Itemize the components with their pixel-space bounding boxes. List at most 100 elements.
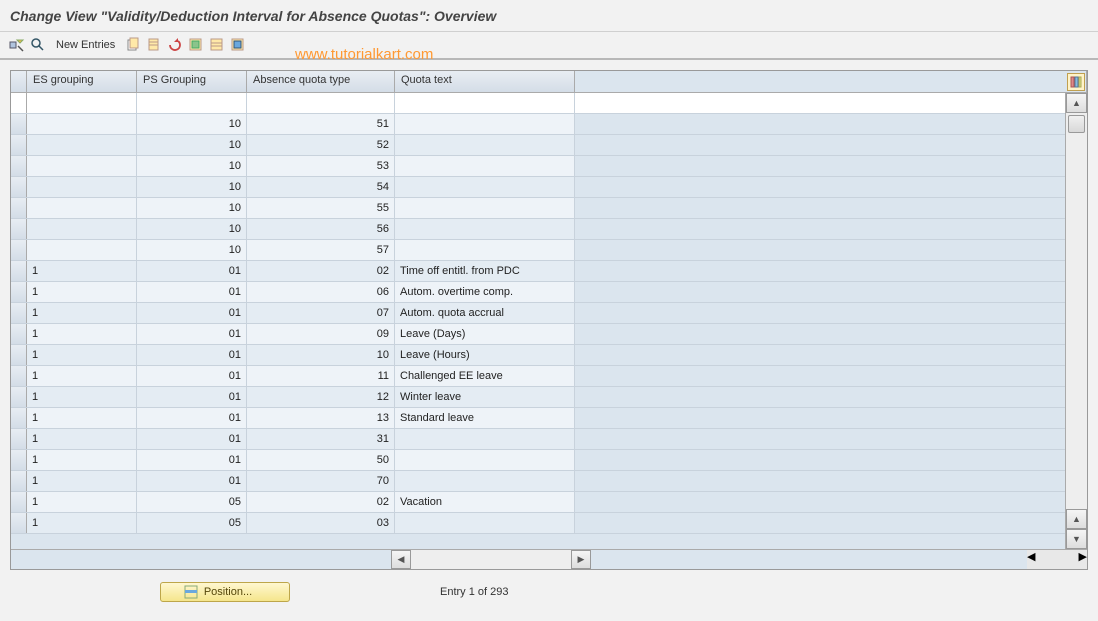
- cell-es-grouping[interactable]: [27, 198, 137, 218]
- cell-absence-quota-type[interactable]: 11: [247, 366, 395, 386]
- cell-absence-quota-type[interactable]: 54: [247, 177, 395, 197]
- cell-ps-grouping[interactable]: 01: [137, 261, 247, 281]
- cell-absence-quota-type[interactable]: 10: [247, 345, 395, 365]
- cell-quota-text[interactable]: [395, 135, 575, 155]
- cell-ps-grouping[interactable]: 10: [137, 135, 247, 155]
- cell-es-grouping[interactable]: 1: [27, 324, 137, 344]
- row-selector[interactable]: [11, 93, 27, 113]
- cell-absence-quota-type[interactable]: 57: [247, 240, 395, 260]
- cell-ps-grouping[interactable]: 01: [137, 345, 247, 365]
- row-selector[interactable]: [11, 366, 27, 386]
- cell-quota-text[interactable]: [395, 198, 575, 218]
- cell-ps-grouping[interactable]: 01: [137, 408, 247, 428]
- scroll-right-button-2[interactable]: ▶: [1079, 550, 1087, 569]
- cell-absence-quota-type[interactable]: 03: [247, 513, 395, 533]
- row-selector[interactable]: [11, 303, 27, 323]
- display-change-toggle-icon[interactable]: [8, 36, 26, 54]
- cell-ps-grouping[interactable]: 05: [137, 513, 247, 533]
- cell-quota-text[interactable]: [395, 513, 575, 533]
- cell-absence-quota-type[interactable]: 56: [247, 219, 395, 239]
- cell-absence-quota-type[interactable]: 02: [247, 261, 395, 281]
- cell-es-grouping[interactable]: 1: [27, 282, 137, 302]
- cell-ps-grouping[interactable]: 05: [137, 492, 247, 512]
- cell-quota-text[interactable]: Winter leave: [395, 387, 575, 407]
- cell-es-grouping[interactable]: 1: [27, 513, 137, 533]
- cell-absence-quota-type[interactable]: 31: [247, 429, 395, 449]
- scroll-up-page-button[interactable]: ▲: [1066, 509, 1087, 529]
- cell-quota-text[interactable]: Leave (Days): [395, 324, 575, 344]
- cell-ps-grouping[interactable]: 01: [137, 429, 247, 449]
- cell-es-grouping[interactable]: 1: [27, 408, 137, 428]
- cell-ps-grouping[interactable]: 10: [137, 114, 247, 134]
- cell-absence-quota-type[interactable]: 51: [247, 114, 395, 134]
- cell-es-grouping[interactable]: [27, 177, 137, 197]
- scroll-track-horizontal[interactable]: [411, 550, 571, 569]
- scroll-track-vertical[interactable]: [1066, 113, 1087, 509]
- cell-ps-grouping[interactable]: 01: [137, 303, 247, 323]
- filter-aqt[interactable]: [247, 93, 395, 113]
- cell-ps-grouping[interactable]: 10: [137, 240, 247, 260]
- cell-es-grouping[interactable]: [27, 219, 137, 239]
- cell-absence-quota-type[interactable]: 07: [247, 303, 395, 323]
- new-entries-button[interactable]: New Entries: [56, 39, 115, 51]
- col-header-ps-grouping[interactable]: PS Grouping: [137, 71, 247, 92]
- scroll-thumb-vertical[interactable]: [1068, 115, 1085, 133]
- cell-absence-quota-type[interactable]: 55: [247, 198, 395, 218]
- row-selector[interactable]: [11, 324, 27, 344]
- row-selector[interactable]: [11, 450, 27, 470]
- row-selector[interactable]: [11, 261, 27, 281]
- cell-absence-quota-type[interactable]: 53: [247, 156, 395, 176]
- cell-ps-grouping[interactable]: 10: [137, 156, 247, 176]
- cell-absence-quota-type[interactable]: 70: [247, 471, 395, 491]
- row-selector[interactable]: [11, 492, 27, 512]
- cell-absence-quota-type[interactable]: 50: [247, 450, 395, 470]
- cell-es-grouping[interactable]: 1: [27, 450, 137, 470]
- col-header-absence-quota-type[interactable]: Absence quota type: [247, 71, 395, 92]
- scroll-left-button-2[interactable]: ◀: [1027, 550, 1035, 569]
- cell-quota-text[interactable]: Leave (Hours): [395, 345, 575, 365]
- row-selector[interactable]: [11, 513, 27, 533]
- row-selector[interactable]: [11, 471, 27, 491]
- cell-quota-text[interactable]: [395, 471, 575, 491]
- cell-absence-quota-type[interactable]: 06: [247, 282, 395, 302]
- select-all-icon[interactable]: [187, 36, 205, 54]
- cell-absence-quota-type[interactable]: 13: [247, 408, 395, 428]
- cell-es-grouping[interactable]: 1: [27, 366, 137, 386]
- cell-absence-quota-type[interactable]: 52: [247, 135, 395, 155]
- cell-ps-grouping[interactable]: 10: [137, 177, 247, 197]
- cell-absence-quota-type[interactable]: 09: [247, 324, 395, 344]
- cell-es-grouping[interactable]: 1: [27, 261, 137, 281]
- table-settings-button[interactable]: [1067, 73, 1085, 91]
- cell-es-grouping[interactable]: 1: [27, 345, 137, 365]
- row-selector[interactable]: [11, 135, 27, 155]
- filter-ps[interactable]: [137, 93, 247, 113]
- cell-quota-text[interactable]: [395, 114, 575, 134]
- cell-es-grouping[interactable]: [27, 114, 137, 134]
- row-selector-header[interactable]: [11, 71, 27, 92]
- cell-es-grouping[interactable]: 1: [27, 429, 137, 449]
- cell-es-grouping[interactable]: [27, 240, 137, 260]
- cell-es-grouping[interactable]: 1: [27, 387, 137, 407]
- cell-ps-grouping[interactable]: 01: [137, 324, 247, 344]
- cell-quota-text[interactable]: [395, 177, 575, 197]
- undo-icon[interactable]: [166, 36, 184, 54]
- cell-quota-text[interactable]: Vacation: [395, 492, 575, 512]
- scroll-down-button[interactable]: ▼: [1066, 529, 1087, 549]
- select-block-icon[interactable]: [208, 36, 226, 54]
- position-button[interactable]: Position...: [160, 582, 290, 602]
- cell-quota-text[interactable]: Standard leave: [395, 408, 575, 428]
- row-selector[interactable]: [11, 345, 27, 365]
- cell-es-grouping[interactable]: 1: [27, 471, 137, 491]
- cell-es-grouping[interactable]: 1: [27, 492, 137, 512]
- cell-ps-grouping[interactable]: 10: [137, 219, 247, 239]
- scroll-left-button[interactable]: ◀: [391, 550, 411, 569]
- cell-quota-text[interactable]: Challenged EE leave: [395, 366, 575, 386]
- row-selector[interactable]: [11, 429, 27, 449]
- cell-quota-text[interactable]: Autom. overtime comp.: [395, 282, 575, 302]
- row-selector[interactable]: [11, 240, 27, 260]
- row-selector[interactable]: [11, 177, 27, 197]
- cell-quota-text[interactable]: [395, 240, 575, 260]
- col-header-quota-text[interactable]: Quota text: [395, 71, 575, 92]
- cell-ps-grouping[interactable]: 01: [137, 387, 247, 407]
- row-selector[interactable]: [11, 387, 27, 407]
